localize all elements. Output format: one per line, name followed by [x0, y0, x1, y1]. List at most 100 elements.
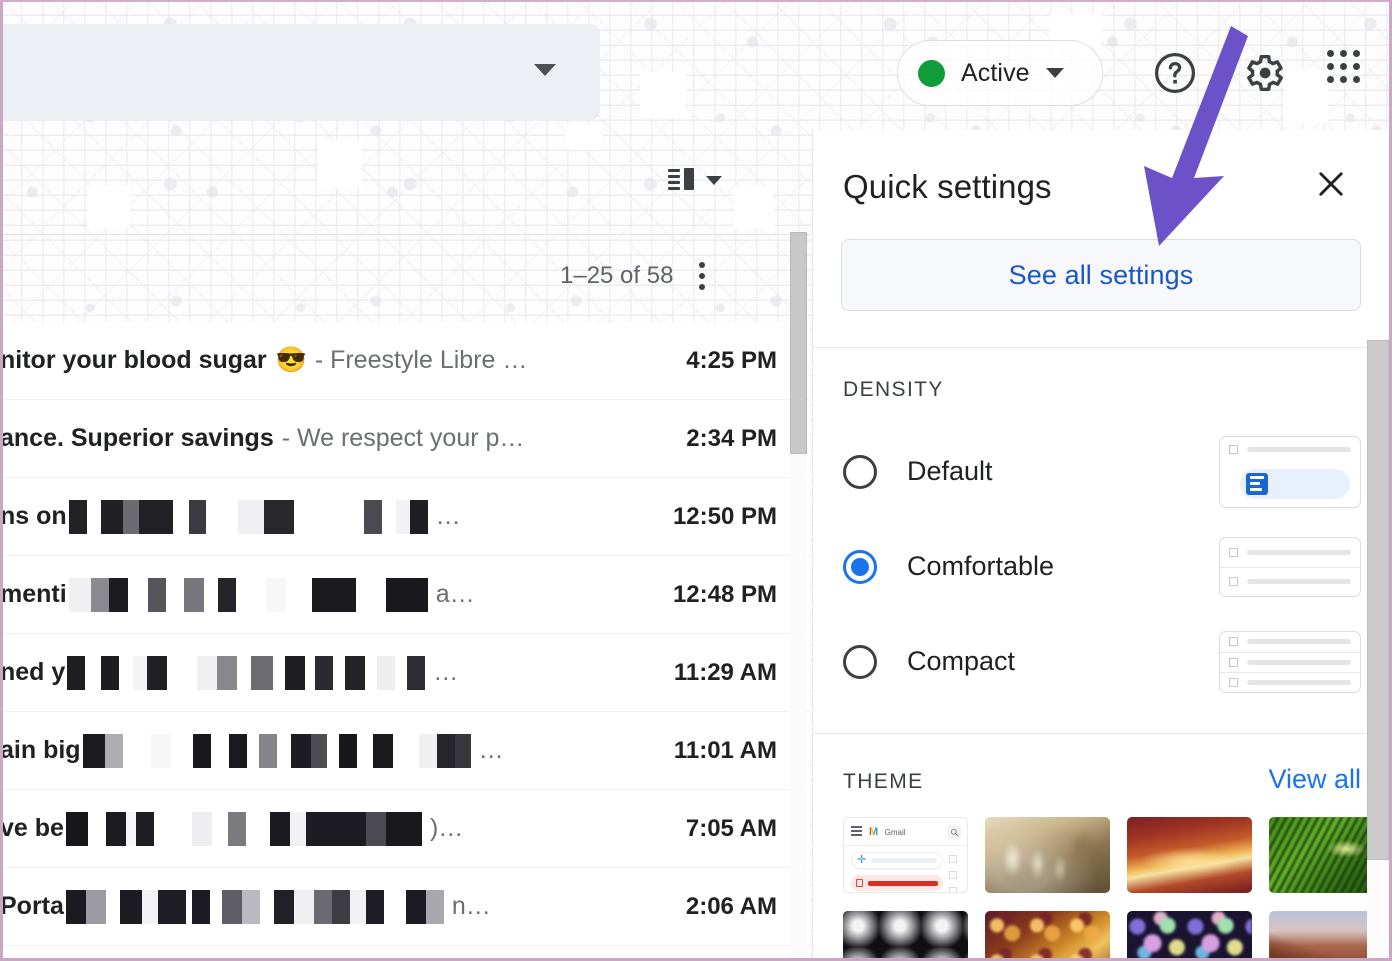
status-pill[interactable]: Active	[897, 40, 1103, 106]
radio-comfortable[interactable]	[843, 549, 877, 584]
wallpaper-chip	[566, 124, 602, 150]
mail-snippet: …	[433, 658, 459, 686]
wallpaper-chip	[88, 186, 130, 228]
mail-subject: ve be)…	[0, 811, 598, 846]
density-option-label: Default	[907, 456, 993, 486]
mail-timestamp: 2:34 PM	[686, 424, 777, 452]
theme-thumb-default-gmail[interactable]: M Gmail ✛	[843, 817, 968, 893]
see-all-settings-button[interactable]: See all settings	[841, 239, 1361, 311]
mail-row[interactable]: ain big … 11:01 AM	[0, 712, 810, 790]
density-preview-comfortable	[1219, 536, 1361, 597]
gmail-screen: Active 1–25 of 58 nitor your blood sugar…	[0, 0, 1392, 961]
redaction-blocks	[67, 655, 426, 690]
pager-range-label: 1–25 of 58	[560, 262, 674, 289]
density-section: DENSITY Default Comfortable Compact	[813, 348, 1389, 709]
mail-subject: nitor your blood sugar 😎 - Freestyle Libre…	[0, 346, 598, 375]
wallpaper-chip	[318, 140, 362, 188]
quick-settings-title: Quick settings	[843, 167, 1052, 205]
mail-row[interactable]: ned y … 11:29 AM	[0, 634, 810, 712]
mail-subject: Porta n…	[0, 889, 598, 924]
mail-snippet: n…	[451, 892, 491, 920]
view-all-themes-link[interactable]: View all	[1268, 764, 1361, 795]
density-preview-default	[1219, 435, 1361, 508]
apps-grid-icon[interactable]	[1327, 50, 1360, 83]
mail-row[interactable]: ve be)… 7:05 AM	[0, 790, 810, 868]
list-view-icon	[668, 168, 694, 192]
display-density-toggle[interactable]	[668, 168, 722, 192]
hamburger-icon	[851, 826, 862, 838]
mail-timestamp: 7:05 AM	[685, 814, 777, 842]
mail-snippet: …	[478, 736, 504, 764]
plus-icon: ✛	[857, 854, 867, 866]
status-label: Active	[961, 58, 1030, 87]
mail-timestamp: 2:06 AM	[685, 892, 777, 920]
mail-subject-text: Porta	[0, 892, 64, 920]
theme-thumb-autumn-leaves[interactable]	[985, 911, 1110, 958]
mail-snippet: a…	[435, 580, 475, 608]
gmail-wordmark: Gmail	[884, 827, 906, 837]
theme-thumb-chess-board[interactable]	[985, 817, 1110, 893]
quick-settings-scrollbar-thumb[interactable]	[1367, 340, 1389, 860]
mail-snippet: …	[435, 502, 461, 530]
theme-thumbnail-grid: M Gmail ✛	[843, 817, 1389, 958]
mail-subject: menti a…	[0, 577, 598, 612]
redaction-blocks	[82, 733, 471, 768]
toolbar-divider	[0, 234, 810, 235]
theme-section-label: THEME	[843, 770, 924, 793]
page-border	[0, 0, 1392, 2]
kebab-menu-icon[interactable]	[699, 262, 706, 290]
theme-section: THEME View all M Gmail ✛	[813, 734, 1389, 958]
theme-thumb-antelope-canyon[interactable]	[1127, 817, 1252, 893]
gear-icon[interactable]	[1240, 50, 1286, 101]
caret-down-icon[interactable]	[706, 175, 722, 185]
mail-subject: ain big…	[0, 733, 598, 768]
close-icon[interactable]	[1313, 166, 1349, 207]
quick-settings-header: Quick settings	[813, 130, 1389, 207]
redaction-blocks	[65, 889, 444, 924]
radio-default[interactable]	[843, 454, 877, 489]
mail-subject: ns on…	[0, 499, 598, 534]
mail-timestamp: 12:50 PM	[672, 502, 777, 530]
density-options: Default Comfortable Compact	[843, 424, 1361, 709]
redaction-blocks	[68, 499, 428, 534]
theme-thumb-metal-pipes[interactable]	[843, 911, 968, 958]
search-input[interactable]	[0, 24, 600, 120]
mail-subject-emoji: 😎	[275, 346, 307, 374]
density-option-default[interactable]: Default	[843, 424, 1361, 519]
mail-row[interactable]: ns on … 12:50 PM	[0, 478, 810, 556]
mail-row[interactable]: Porta n… 2:06 AM	[0, 868, 810, 946]
mail-subject-text: menti	[0, 580, 67, 608]
mail-subject: ned y…	[0, 655, 598, 690]
mail-list-scrollbar-thumb[interactable]	[790, 232, 807, 454]
mail-timestamp: 11:29 AM	[673, 658, 777, 686]
mail-snippet: - Freestyle Libre …	[314, 346, 528, 374]
compose-button-mini: ✛	[851, 852, 943, 869]
search-options-caret-icon[interactable]	[534, 64, 556, 76]
radio-compact[interactable]	[843, 644, 877, 679]
density-option-comfortable[interactable]: Comfortable	[843, 519, 1361, 614]
mail-timestamp: 12:48 PM	[672, 580, 777, 608]
density-option-compact[interactable]: Compact	[843, 614, 1361, 709]
pager: 1–25 of 58	[560, 262, 706, 290]
density-section-label: DENSITY	[843, 378, 944, 401]
density-option-label: Compact	[907, 646, 1016, 676]
help-circle-icon[interactable]	[1152, 50, 1198, 101]
density-option-label: Comfortable	[907, 551, 1055, 581]
mail-timestamp: 4:25 PM	[686, 346, 777, 374]
search-icon	[947, 825, 961, 839]
wallpaper-chip	[640, 72, 686, 118]
mail-row[interactable]: menti a… 12:48 PM	[0, 556, 810, 634]
theme-header: THEME View all	[843, 764, 1361, 795]
redaction-blocks	[68, 577, 428, 612]
status-dot-icon	[918, 59, 945, 87]
wallpaper-chip	[1284, 70, 1328, 122]
mail-row[interactable]: nitor your blood sugar 😎 - Freestyle Libre…	[0, 322, 810, 400]
inbox-row-mini	[851, 875, 943, 891]
mail-list: nitor your blood sugar 😎 - Freestyle Libre…	[0, 322, 810, 961]
mail-row[interactable]: ance. Superior savings - We respect your …	[0, 400, 810, 478]
density-preview-compact	[1219, 630, 1361, 693]
mail-snippet: )…	[429, 814, 464, 842]
page-border	[0, 0, 3, 961]
theme-thumb-bokeh-lights[interactable]	[1127, 911, 1252, 958]
status-caret-down-icon[interactable]	[1045, 68, 1064, 78]
